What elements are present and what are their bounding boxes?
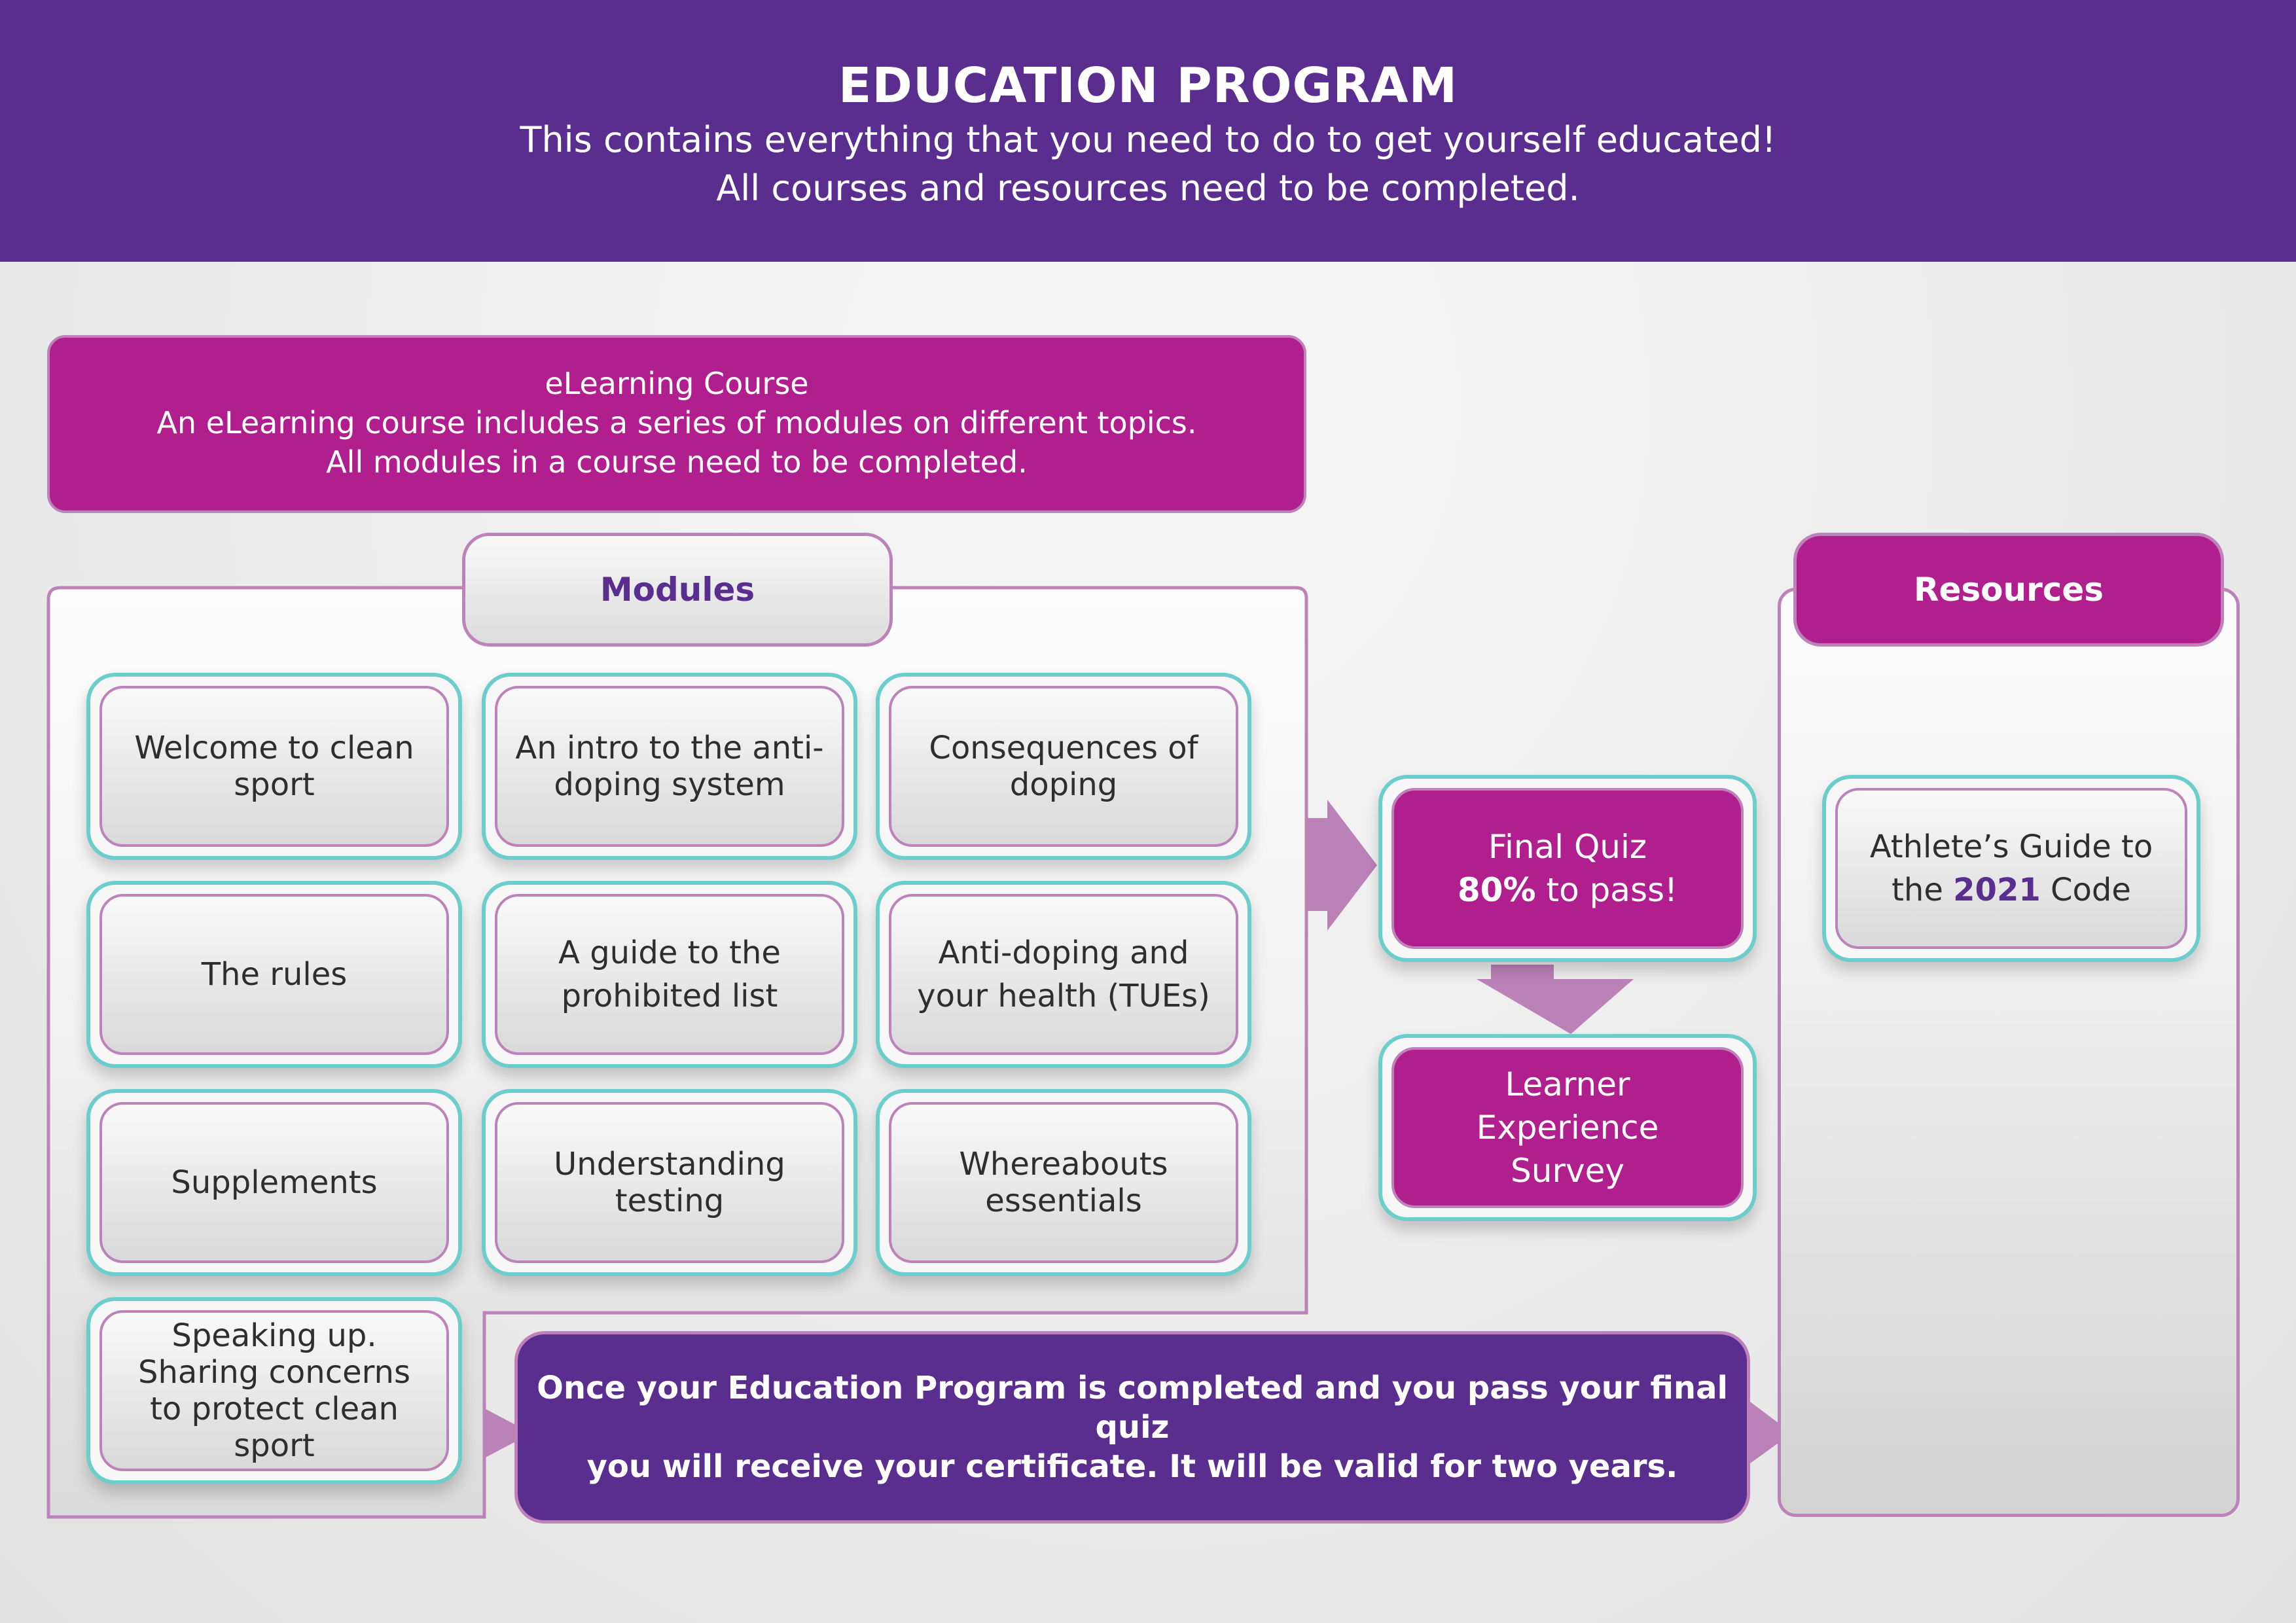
resource-card[interactable]: Athlete’s Guide to the 2021 Code [1822, 775, 2200, 962]
resource-card-label: Athlete’s Guide to the 2021 Code [1835, 788, 2187, 949]
module-card[interactable]: Whereabouts essentials [876, 1089, 1251, 1276]
module-card-label: Speaking up. Sharing concerns to protect… [99, 1310, 449, 1471]
final-quiz-card[interactable]: Final Quiz 80% to pass! [1378, 775, 1757, 962]
module-card-label: An intro to the anti-doping system [495, 686, 844, 847]
module-card-label: Whereabouts essentials [889, 1102, 1238, 1263]
page-header: EDUCATION PROGRAM This contains everythi… [0, 0, 2296, 262]
learner-survey-card[interactable]: Learner Experience Survey [1378, 1034, 1757, 1221]
module-card[interactable]: Supplements [86, 1089, 462, 1276]
module-card-label: A guide to the prohibited list [495, 894, 844, 1055]
resource-title-suffix: Code [2040, 872, 2131, 908]
module-card[interactable]: The rules [86, 881, 462, 1068]
pass-suffix: to pass! [1535, 871, 1678, 909]
course-description-line1: An eLearning course includes a series of… [156, 405, 1197, 440]
modules-label: Modules [600, 571, 755, 609]
module-card[interactable]: Understanding testing [482, 1089, 857, 1276]
final-quiz-title: Final Quiz [1488, 828, 1647, 866]
arrow-down-to-survey-icon [1477, 965, 1634, 1034]
final-quiz-pass-requirement: 80% to pass! [1458, 868, 1677, 912]
course-title: eLearning Course [545, 366, 809, 401]
certificate-line1: Once your Education Program is completed… [537, 1370, 1728, 1446]
page-title: EDUCATION PROGRAM [838, 58, 1458, 114]
module-card-label: The rules [99, 894, 449, 1055]
final-quiz-content: Final Quiz 80% to pass! [1391, 788, 1744, 949]
resources-label: Resources [1913, 571, 2104, 609]
module-card[interactable]: Consequences of doping [876, 673, 1251, 860]
certificate-line2: you will receive your certificate. It wi… [586, 1448, 1678, 1485]
certificate-info-box: Once your Education Program is completed… [514, 1331, 1750, 1524]
module-card-label: Supplements [99, 1102, 449, 1263]
resource-title-year: 2021 [1953, 872, 2041, 908]
module-card-label: Welcome to clean sport [99, 686, 449, 847]
learner-survey-label: Learner Experience Survey [1391, 1047, 1744, 1208]
module-card-label: Consequences of doping [889, 686, 1238, 847]
module-card-label: Understanding testing [495, 1102, 844, 1263]
modules-tab: Modules [462, 533, 893, 647]
module-card[interactable]: Anti-doping and your health (TUEs) [876, 881, 1251, 1068]
arrow-right-to-quiz-icon [1306, 800, 1377, 931]
module-card[interactable]: An intro to the anti-doping system [482, 673, 857, 860]
resources-panel [1778, 588, 2240, 1517]
module-card[interactable]: Speaking up. Sharing concerns to protect… [86, 1297, 462, 1484]
page-subtitle-line2: All courses and resources need to be com… [716, 168, 1580, 209]
course-description-line2: All modules in a course need to be compl… [326, 444, 1028, 480]
elearning-course-banner: eLearning Course An eLearning course inc… [47, 335, 1306, 513]
module-card[interactable]: Welcome to clean sport [86, 673, 462, 860]
resources-tab: Resources [1793, 533, 2224, 647]
page-subtitle-line1: This contains everything that you need t… [520, 119, 1776, 160]
module-card[interactable]: A guide to the prohibited list [482, 881, 857, 1068]
module-card-label: Anti-doping and your health (TUEs) [889, 894, 1238, 1055]
pass-percentage: 80% [1457, 871, 1536, 909]
